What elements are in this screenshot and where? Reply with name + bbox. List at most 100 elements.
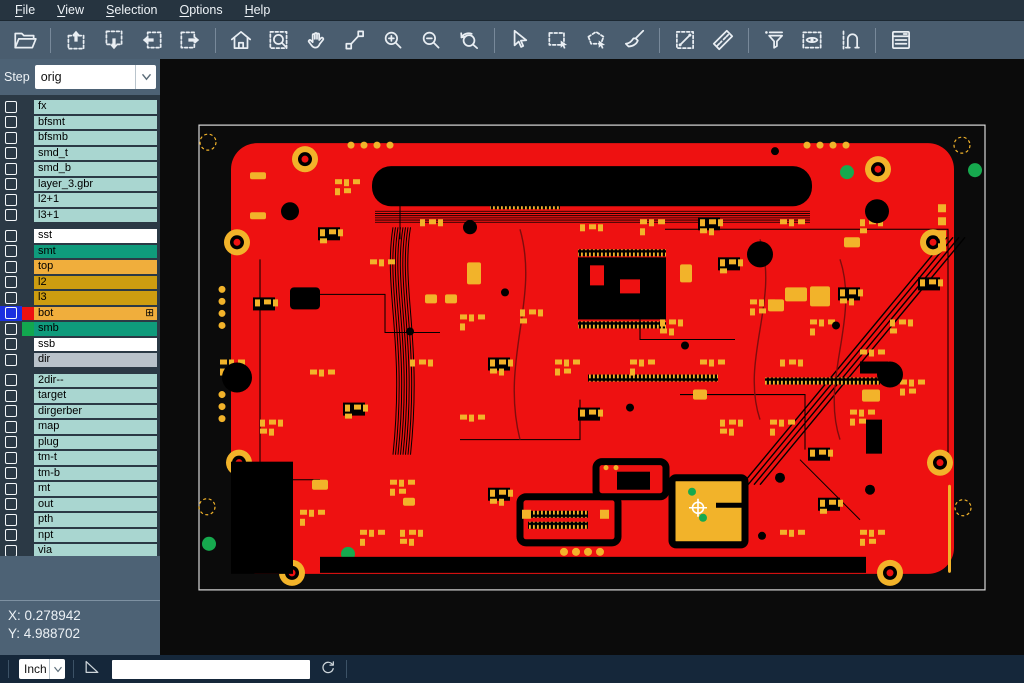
layer-name[interactable]: l3+1 [34, 209, 157, 223]
layer-visibility-checkbox[interactable] [0, 543, 22, 556]
layer-color-swatch[interactable] [22, 481, 34, 497]
layer-name[interactable]: pth [34, 513, 157, 527]
import-right-icon[interactable] [171, 23, 209, 57]
filter-selection-icon[interactable] [755, 23, 793, 57]
layer-name[interactable]: map [34, 420, 157, 434]
layer-name[interactable]: l3 [34, 291, 157, 305]
home-view-icon[interactable] [222, 23, 260, 57]
layer-visibility-checkbox[interactable] [0, 481, 22, 497]
layer-color-swatch[interactable] [22, 275, 34, 291]
layer-visibility-checkbox[interactable] [0, 192, 22, 208]
menu-help[interactable]: Help [234, 1, 282, 19]
layer-name[interactable]: plug [34, 436, 157, 450]
layer-name[interactable]: l2 [34, 276, 157, 290]
layer-color-swatch[interactable] [22, 543, 34, 556]
layer-color-swatch[interactable] [22, 497, 34, 513]
layer-color-swatch[interactable] [22, 450, 34, 466]
layer-color-swatch[interactable] [22, 512, 34, 528]
command-input[interactable] [112, 660, 310, 679]
layer-color-swatch[interactable] [22, 419, 34, 435]
layer-color-swatch[interactable] [22, 528, 34, 544]
layer-visibility-checkbox[interactable] [0, 177, 22, 193]
zoom-out-icon[interactable] [412, 23, 450, 57]
layer-visibility-checkbox[interactable] [0, 306, 22, 322]
layer-name[interactable]: ssb [34, 338, 157, 352]
layer-visibility-checkbox[interactable] [0, 528, 22, 544]
layer-visibility-checkbox[interactable] [0, 228, 22, 244]
layer-name[interactable]: 2dir-- [34, 374, 157, 388]
menu-view[interactable]: View [46, 1, 95, 19]
layer-name[interactable]: l2+1 [34, 193, 157, 207]
pan-hand-icon[interactable] [298, 23, 336, 57]
import-bottom-icon[interactable] [95, 23, 133, 57]
layer-visibility-checkbox[interactable] [0, 290, 22, 306]
layer-visibility-checkbox[interactable] [0, 419, 22, 435]
layer-color-swatch[interactable] [22, 259, 34, 275]
layer-visibility-checkbox[interactable] [0, 373, 22, 389]
layer-visibility-checkbox[interactable] [0, 466, 22, 482]
import-top-icon[interactable] [57, 23, 95, 57]
menu-selection[interactable]: Selection [95, 1, 168, 19]
layer-name[interactable]: smd_t [34, 147, 157, 161]
layer-visibility-checkbox[interactable] [0, 388, 22, 404]
select-window-icon[interactable] [539, 23, 577, 57]
layer-name[interactable]: sst [34, 229, 157, 243]
layer-color-swatch[interactable] [22, 99, 34, 115]
layer-name[interactable]: mt [34, 482, 157, 496]
layer-color-swatch[interactable] [22, 352, 34, 368]
step-select[interactable]: orig [35, 65, 156, 89]
view-area-icon[interactable] [793, 23, 831, 57]
zoom-window-icon[interactable] [260, 23, 298, 57]
layer-name[interactable]: tm-b [34, 467, 157, 481]
layer-visibility-checkbox[interactable] [0, 130, 22, 146]
layer-color-swatch[interactable] [22, 192, 34, 208]
layer-color-swatch[interactable] [22, 228, 34, 244]
layer-visibility-checkbox[interactable] [0, 275, 22, 291]
layer-visibility-checkbox[interactable] [0, 404, 22, 420]
snap-trace-icon[interactable] [831, 23, 869, 57]
layer-name[interactable]: via [34, 544, 157, 556]
layer-name[interactable]: top [34, 260, 157, 274]
measure-line-icon[interactable] [666, 23, 704, 57]
ruler-icon[interactable] [704, 23, 742, 57]
layer-color-swatch[interactable] [22, 115, 34, 131]
layer-color-swatch[interactable] [22, 161, 34, 177]
layer-color-swatch[interactable] [22, 388, 34, 404]
layer-visibility-checkbox[interactable] [0, 146, 22, 162]
layer-name[interactable]: bot⊞ [34, 307, 157, 321]
layer-name[interactable]: smb [34, 322, 157, 336]
layer-color-swatch[interactable] [22, 306, 34, 322]
layer-color-swatch[interactable] [22, 373, 34, 389]
layer-visibility-checkbox[interactable] [0, 512, 22, 528]
layer-name[interactable]: smd_b [34, 162, 157, 176]
menu-file[interactable]: File [4, 1, 46, 19]
refresh-icon[interactable] [318, 657, 338, 682]
layer-name[interactable]: dirgerber [34, 405, 157, 419]
zoom-previous-icon[interactable] [450, 23, 488, 57]
layer-name[interactable]: npt [34, 529, 157, 543]
layer-visibility-checkbox[interactable] [0, 352, 22, 368]
layer-color-swatch[interactable] [22, 290, 34, 306]
layer-visibility-checkbox[interactable] [0, 115, 22, 131]
layer-color-swatch[interactable] [22, 337, 34, 353]
layer-name[interactable]: smt [34, 245, 157, 259]
open-folder-icon[interactable] [6, 23, 44, 57]
report-form-icon[interactable] [882, 23, 920, 57]
layer-name[interactable]: bfsmt [34, 116, 157, 130]
measure-points-icon[interactable] [336, 23, 374, 57]
import-left-icon[interactable] [133, 23, 171, 57]
highlight-brush-icon[interactable] [615, 23, 653, 57]
layer-name[interactable]: layer_3.gbr [34, 178, 157, 192]
layer-name[interactable]: fx [34, 100, 157, 114]
layer-visibility-checkbox[interactable] [0, 497, 22, 513]
unit-select[interactable]: Inch [19, 659, 65, 679]
layer-visibility-checkbox[interactable] [0, 259, 22, 275]
layer-name[interactable]: dir [34, 353, 157, 367]
layer-visibility-checkbox[interactable] [0, 337, 22, 353]
layer-visibility-checkbox[interactable] [0, 450, 22, 466]
layer-visibility-checkbox[interactable] [0, 435, 22, 451]
layer-color-swatch[interactable] [22, 404, 34, 420]
layer-visibility-checkbox[interactable] [0, 161, 22, 177]
menu-options[interactable]: Options [168, 1, 233, 19]
layer-visibility-checkbox[interactable] [0, 244, 22, 260]
